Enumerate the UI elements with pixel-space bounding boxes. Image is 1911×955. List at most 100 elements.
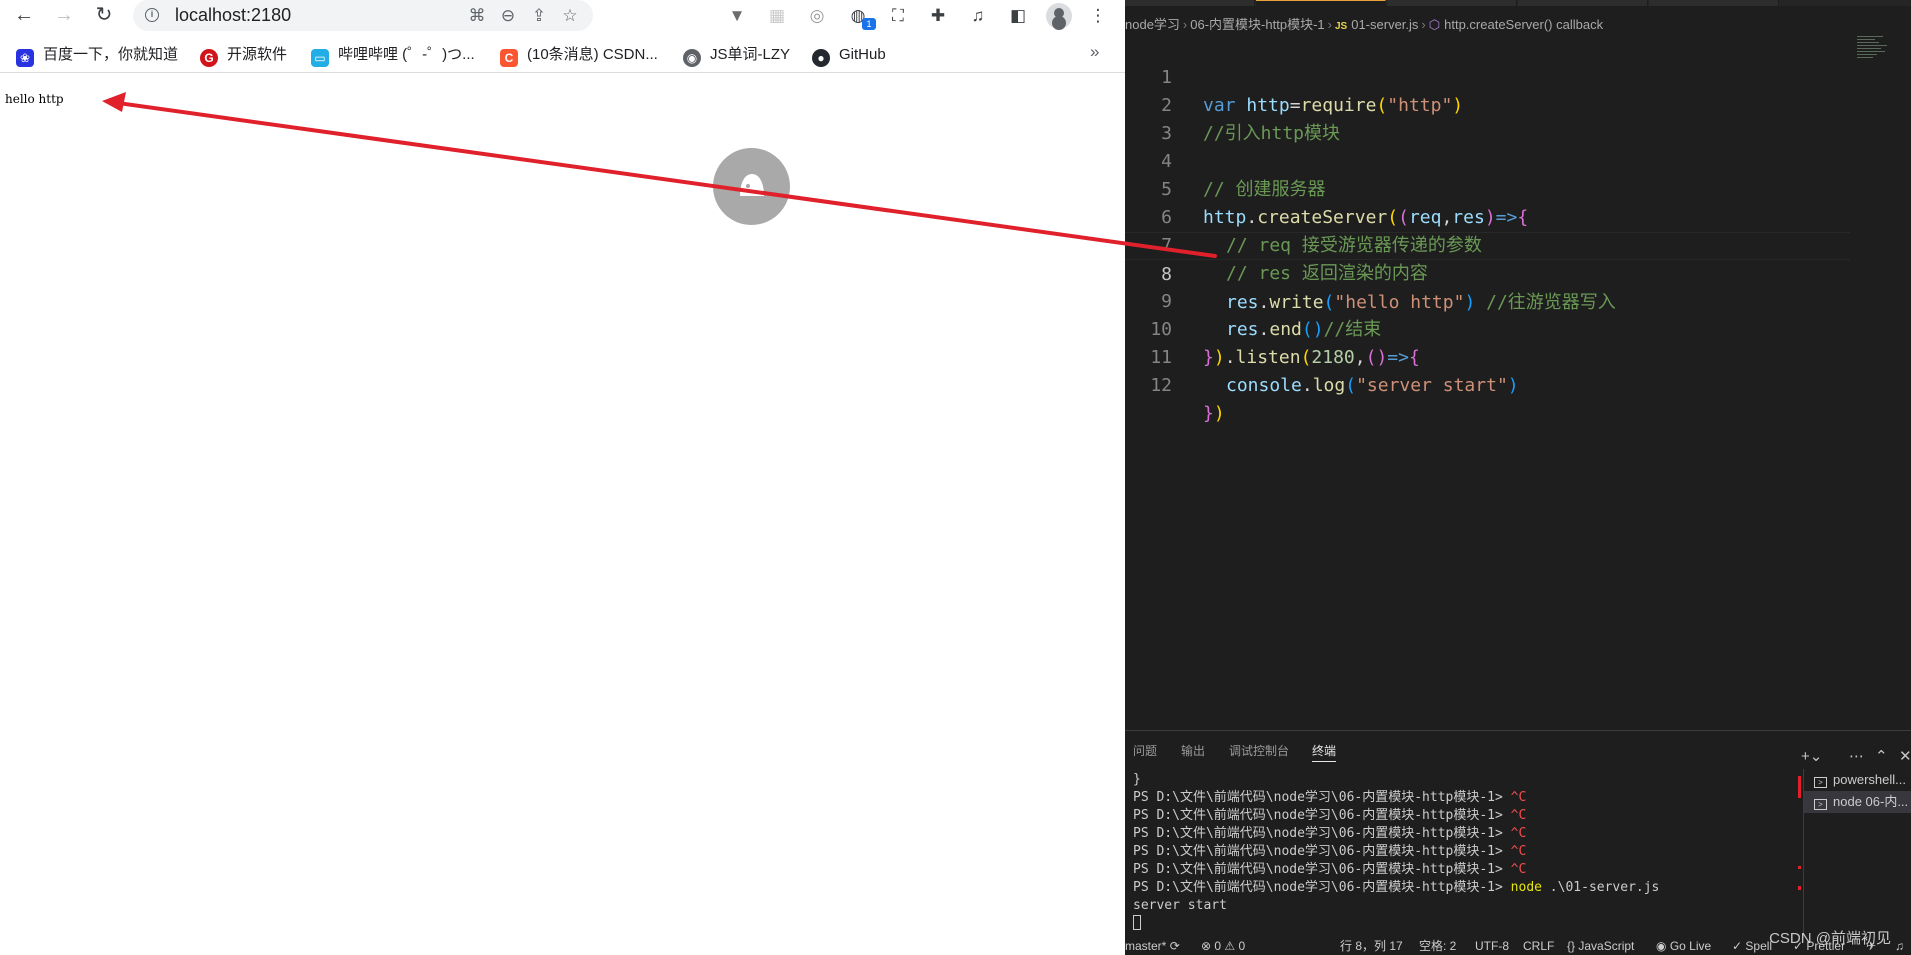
terminal-item[interactable]: > powershell... [1804,769,1911,791]
terminal-icon: > [1814,777,1827,788]
spell-check[interactable]: ✓ Spell [1732,938,1772,955]
terminal-line: PS D:\文件\前端代码\node学习\06-内置模块-http模块-1> ^… [1133,862,1527,877]
response-text: hello http [5,92,64,106]
tab-debug-console[interactable]: 调试控制台 [1229,741,1289,761]
bookmark-item[interactable]: ▭ 哔哩哔哩 (゜-゜)つ... [311,44,475,67]
vscode-window: node学习 › 06-内置模块-http模块-1 › JS 01-server.js › ⬡… [1125,0,1911,955]
floating-ghost-button[interactable] [713,148,790,225]
bookmark-star-icon[interactable]: ☆ [559,5,581,27]
profile-avatar[interactable] [1046,3,1072,29]
bookmark-item[interactable]: ❀ 百度一下，你就知道 [16,44,178,67]
js-file-icon: JS [1334,21,1348,32]
code-line[interactable]: 5 http.createServer((req,res)=>{ [1125,148,1911,228]
zoom-icon[interactable]: ⊖ [497,5,519,27]
maximize-panel-icon[interactable]: ⌃ [1875,747,1888,765]
problems-count[interactable]: ⊗ 0 ⚠ 0 [1201,938,1245,955]
terminal-scrollbar[interactable] [1798,771,1801,931]
new-terminal-plus-icon[interactable]: +⌄ [1801,747,1822,765]
url-text[interactable]: localhost:2180 [175,5,291,26]
code-line[interactable]: 2 //引入http模块 [1125,64,1911,144]
editor-tab-active[interactable] [1256,0,1386,6]
bookmark-item[interactable]: C (10条消息) CSDN... [500,44,658,67]
code-line[interactable]: 6 // req 接受游览器传递的参数 [1125,176,1911,256]
cursor-position[interactable]: 行 8，列 17 [1340,938,1403,955]
language-mode[interactable]: {} JavaScript [1567,938,1634,955]
code-line[interactable]: 11 console.log("server start") [1125,316,1911,396]
bottom-panel: 问题 输出 调试控制台 终端 +⌄ ⋯ ⌃ ✕ } PS D:\文件\前端代码\… [1125,730,1911,949]
bilibili-icon: ▭ [311,49,329,67]
terminal-line: } [1133,772,1141,787]
editor-tab[interactable] [1125,0,1255,6]
vue-devtools-icon[interactable]: ▼ [725,4,749,28]
bookmark-item[interactable]: ● GitHub [812,44,886,67]
more-bookmarks-chevron-icon[interactable]: » [1090,42,1099,62]
code-line[interactable]: 4 // 创建服务器 [1125,120,1911,200]
panel-tabs: 问题 输出 调试控制台 终端 +⌄ ⋯ ⌃ ✕ [1125,741,1911,765]
puzzle-icon[interactable]: ✚ [926,4,950,28]
bookmark-item[interactable]: G 开源软件 [200,44,287,67]
code-line[interactable]: 7 // res 返回渲染的内容 [1125,204,1911,284]
back-icon[interactable]: ← [11,3,37,29]
github-icon: ● [812,49,830,67]
oschina-icon: G [200,49,218,67]
address-bar[interactable]: i localhost:2180 ⌘ ⊖ ⇪ ☆ [133,0,593,31]
reload-icon[interactable]: ↻ [91,3,117,29]
ghost-icon [740,174,764,196]
breadcrumb-folder[interactable]: 06-内置模块-http模块-1 [1190,17,1324,32]
git-branch[interactable]: master* ⟳ [1125,938,1180,955]
editor-tab[interactable] [1387,0,1517,6]
side-panel-icon[interactable]: ◧ [1006,4,1030,28]
terminal-item-active[interactable]: > node 06-内... [1804,791,1911,813]
terminal-line: PS D:\文件\前端代码\node学习\06-内置模块-http模块-1> ^… [1133,808,1527,823]
media-control-icon[interactable]: ♫ [966,4,990,28]
code-line[interactable]: 1 var http=require("http") [1125,36,1911,116]
terminal-line: PS D:\文件\前端代码\node学习\06-内置模块-http模块-1> ^… [1133,790,1527,805]
breadcrumb-symbol[interactable]: http.createServer() callback [1444,17,1603,32]
page-content: hello http [0,74,1125,955]
sync-icon: ⟳ [1169,939,1180,953]
code-line[interactable]: 9 res.end()//结束 [1125,260,1911,340]
bookmarks-bar: ❀ 百度一下，你就知道 G 开源软件 ▭ 哔哩哔哩 (゜-゜)つ... C (10条消息… [0,38,1125,73]
code-line[interactable]: 12 }) [1125,344,1911,424]
terminal-output[interactable]: } PS D:\文件\前端代码\node学习\06-内置模块-http模块-1>… [1133,771,1793,933]
code-line[interactable]: 3 [1125,92,1911,144]
chevron-right-icon: › [1421,17,1426,32]
broadcast-icon: ◉ [1656,939,1670,953]
tab-output[interactable]: 输出 [1181,741,1205,761]
notifications-icon[interactable]: ♫ [1895,938,1904,955]
more-actions-icon[interactable]: ⋯ [1849,747,1864,765]
editor-tab[interactable] [1649,0,1779,6]
extension-icon[interactable]: ◎ [805,4,829,28]
browser-window: ← → ↻ i localhost:2180 ⌘ ⊖ ⇪ ☆ ▼ ▦ ◎ ◍ 1… [0,0,1125,955]
translate-icon[interactable]: ⌘ [466,5,488,27]
terminal-line: server start [1133,898,1227,913]
extension-icon[interactable]: ▦ [765,4,789,28]
terminal-icon: > [1814,799,1827,810]
terminal-line [1133,915,1793,933]
editor-tab[interactable] [1518,0,1648,6]
go-live-button[interactable]: ◉ Go Live [1656,938,1711,955]
code-editor[interactable]: 1 var http=require("http") 2 //引入http模块 … [1125,36,1911,726]
globe-icon: ◉ [683,49,701,67]
breadcrumb: node学习 › 06-内置模块-http模块-1 › JS 01-server.js › ⬡… [1125,14,1911,34]
share-icon[interactable]: ⇪ [528,5,550,27]
terminal-cursor [1133,915,1141,930]
code-line[interactable]: 10 }).listen(2180,()=>{ [1125,288,1911,368]
indentation[interactable]: 空格: 2 [1419,938,1456,955]
browser-toolbar: ← → ↻ i localhost:2180 ⌘ ⊖ ⇪ ☆ ▼ ▦ ◎ ◍ 1… [0,0,1125,31]
site-info-icon[interactable]: i [145,8,159,22]
editor-tabs [1125,0,1911,6]
code-line-current[interactable]: 8 res.write("hello http") //往游览器写入 [1125,232,1850,313]
breadcrumb-file[interactable]: 01-server.js [1351,17,1418,32]
menu-icon[interactable]: ⋮ [1086,4,1110,28]
close-panel-icon[interactable]: ✕ [1899,747,1911,765]
breadcrumb-folder[interactable]: node学习 [1125,17,1180,32]
line-ending[interactable]: CRLF [1523,938,1554,955]
screenshot-icon[interactable]: ⛶ [886,4,910,28]
encoding[interactable]: UTF-8 [1475,938,1509,955]
tab-terminal[interactable]: 终端 [1312,741,1337,762]
forward-icon[interactable]: → [51,3,77,29]
bookmark-item[interactable]: ◉ JS单词-LZY [683,44,790,67]
tab-problems[interactable]: 问题 [1133,741,1157,761]
csdn-icon: C [500,49,518,67]
